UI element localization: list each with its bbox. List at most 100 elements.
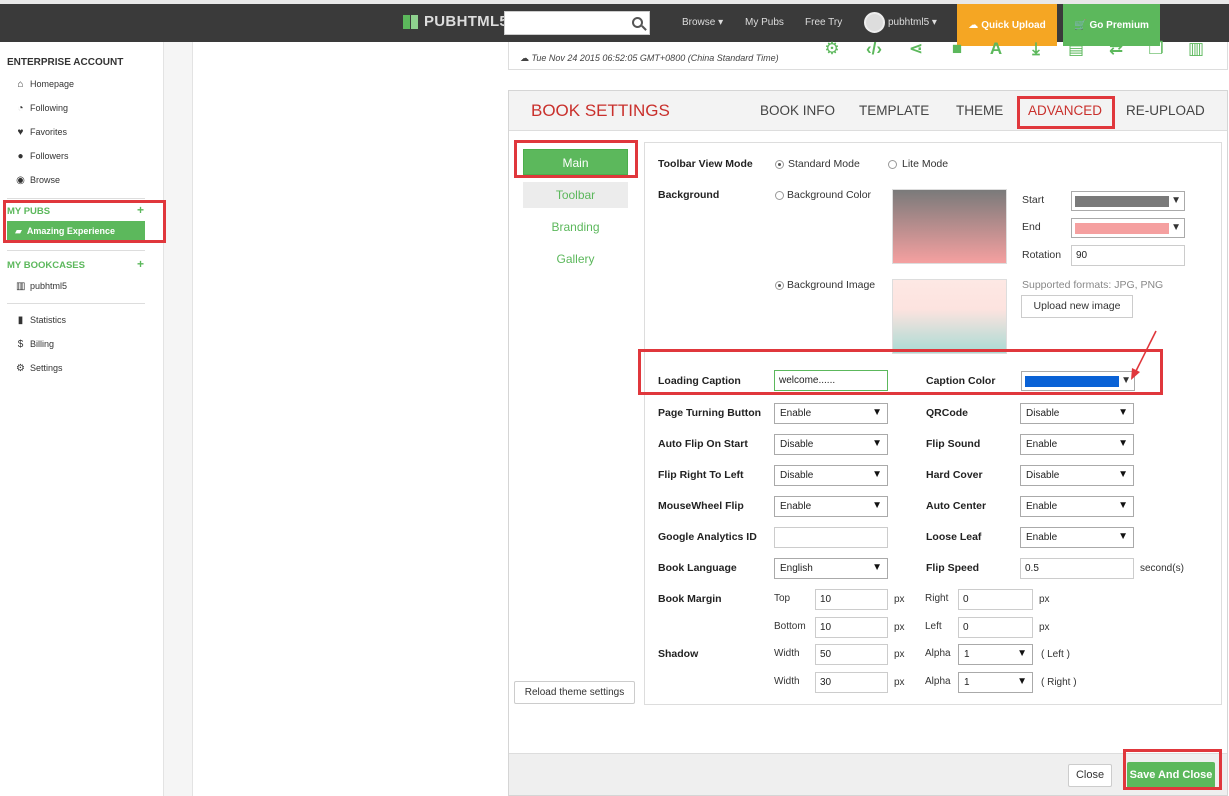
sidebar-item-favorites[interactable]: ♥ Favorites [16, 127, 67, 137]
tab-re-upload[interactable]: RE-UPLOAD [1126, 103, 1205, 118]
lite-mode-radio[interactable] [888, 160, 897, 169]
caption-color-select[interactable]: ▼ [1021, 371, 1135, 391]
select-value: 1 [964, 649, 970, 660]
font-icon[interactable]: A [986, 40, 1006, 58]
flip-speed-input[interactable]: 0.5 [1020, 558, 1134, 579]
download-icon[interactable]: ⤓ [1026, 40, 1046, 58]
tab-advanced[interactable]: ADVANCED [1028, 103, 1102, 118]
auto-flip-select[interactable]: Disable ▼ [774, 434, 888, 455]
shadow-left-width-input[interactable]: 50 [815, 644, 888, 665]
select-value: Disable [1026, 470, 1060, 481]
lite-mode-label: Lite Mode [902, 158, 949, 170]
code-icon[interactable]: ‹/› [864, 40, 884, 58]
save-and-close-button[interactable]: Save And Close [1127, 762, 1215, 788]
sidebar-item-label: Settings [30, 363, 63, 373]
hard-cover-select[interactable]: Disable ▼ [1020, 465, 1134, 486]
nav-free-try[interactable]: Free Try [805, 17, 842, 28]
mousewheel-flip-select[interactable]: Enable ▼ [774, 496, 888, 517]
print-icon[interactable]: ▤ [1066, 40, 1086, 58]
avatar[interactable] [864, 12, 885, 33]
nav-my-pubs[interactable]: My Pubs [745, 17, 784, 28]
upload-image-button[interactable]: Upload new image [1021, 295, 1133, 318]
logo-text: PUBHTML5 [424, 13, 509, 30]
margin-left-input[interactable]: 0 [958, 617, 1033, 638]
shadow-left-side: ( Left ) [1041, 649, 1070, 660]
book-margin-label: Book Margin [658, 593, 722, 605]
sidebar-item-browse[interactable]: ◉ Browse [16, 175, 60, 185]
sidebar-item-homepage[interactable]: ⌂ Homepage [16, 79, 74, 89]
columns-icon[interactable]: ▥ [1186, 40, 1206, 58]
shadow-right-alpha-select[interactable]: 1 ▼ [958, 672, 1033, 693]
tab-template[interactable]: TEMPLATE [859, 103, 929, 118]
sidebar-item-label: Followers [30, 151, 69, 161]
account-heading: ENTERPRISE ACCOUNT [7, 57, 124, 68]
sidebar-item-label: Homepage [30, 79, 75, 89]
shadow-alpha-label: Alpha [925, 676, 951, 687]
add-bookcase-icon[interactable]: + [137, 257, 144, 271]
auto-center-select[interactable]: Enable ▼ [1020, 496, 1134, 517]
chevron-down-icon: ▼ [1118, 438, 1128, 449]
flip-right-to-left-select[interactable]: Disable ▼ [774, 465, 888, 486]
subtab-gallery[interactable]: Gallery [523, 246, 628, 272]
sidebar-item-settings[interactable]: ⚙ Settings [16, 363, 63, 373]
sidebar-item-followers[interactable]: ● Followers [16, 151, 69, 161]
nav-browse[interactable]: Browse ▾ [682, 17, 723, 28]
margin-right-input[interactable]: 0 [958, 589, 1033, 610]
book-language-select[interactable]: English ▼ [774, 558, 888, 579]
select-value: Enable [780, 408, 812, 419]
shadow-right-width-input[interactable]: 30 [815, 672, 888, 693]
square-icon[interactable]: ■ [947, 40, 967, 58]
flip-right-to-left-label: Flip Right To Left [658, 469, 744, 481]
user-menu[interactable]: pubhtml5 ▾ [888, 17, 937, 28]
swap-icon[interactable]: ⇄ [1106, 40, 1126, 58]
shadow-right-side: ( Right ) [1041, 677, 1077, 688]
supported-formats-text: Supported formats: JPG, PNG [1022, 279, 1164, 291]
chevron-down-icon: ▼ [1017, 676, 1027, 687]
subtab-toolbar[interactable]: Toolbar [523, 182, 628, 208]
folder-icon: ▰ [15, 225, 22, 236]
gear-icon[interactable]: ⚙ [822, 40, 842, 58]
site-logo[interactable]: PUBHTML5 [403, 13, 508, 30]
background-image-radio[interactable] [775, 281, 784, 290]
sidebar-item-amazing-experience[interactable]: ▰ Amazing Experience [7, 221, 145, 241]
background-color-radio[interactable] [775, 191, 784, 200]
subtab-main[interactable]: Main [523, 149, 628, 175]
reload-theme-button[interactable]: Reload theme settings [514, 681, 635, 704]
margin-bottom-input[interactable]: 10 [815, 617, 888, 638]
end-color-select[interactable]: ▼ [1071, 218, 1185, 238]
add-pub-icon[interactable]: + [137, 203, 144, 217]
top-navbar: PUBHTML5 Browse ▾ My Pubs Free Try pubht… [0, 0, 1229, 46]
select-value: Enable [1026, 439, 1058, 450]
page-turning-button-select[interactable]: Enable ▼ [774, 403, 888, 424]
copy-icon[interactable]: ❐ [1146, 40, 1166, 58]
standard-mode-radio[interactable] [775, 160, 784, 169]
tab-book-info[interactable]: BOOK INFO [760, 103, 835, 118]
sidebar-item-following[interactable]: ◔ Following [16, 103, 68, 113]
sidebar-item-label: Statistics [30, 315, 67, 325]
shadow-left-alpha-select[interactable]: 1 ▼ [958, 644, 1033, 665]
chevron-down-icon: ▼ [872, 500, 882, 511]
qrcode-select[interactable]: Disable ▼ [1020, 403, 1134, 424]
mousewheel-flip-label: MouseWheel Flip [658, 500, 744, 512]
search-input[interactable] [504, 11, 650, 35]
sidebar-item-statistics[interactable]: ▮ Statistics [16, 315, 66, 325]
loose-leaf-select[interactable]: Enable ▼ [1020, 527, 1134, 548]
google-analytics-input[interactable] [774, 527, 888, 548]
sidebar-item-billing[interactable]: $ Billing [16, 339, 54, 349]
sidebar-item-bookcase[interactable]: ▥ pubhtml5 [16, 281, 67, 291]
flip-sound-select[interactable]: Enable ▼ [1020, 434, 1134, 455]
tab-theme[interactable]: THEME [956, 103, 1003, 118]
margin-top-input[interactable]: 10 [815, 589, 888, 610]
sidebar-item-label: Following [30, 103, 69, 113]
margin-top-label: Top [774, 593, 791, 604]
cloud-upload-icon: ☁ [968, 19, 979, 31]
close-button[interactable]: Close [1068, 764, 1112, 787]
search-icon[interactable] [632, 17, 643, 28]
subtab-branding[interactable]: Branding [523, 214, 628, 240]
chevron-down-icon: ▼ [1121, 375, 1131, 386]
share-icon[interactable]: ⋖ [906, 40, 926, 58]
rotation-input[interactable]: 90 [1071, 245, 1185, 266]
caption-color-label: Caption Color [926, 375, 996, 387]
start-color-select[interactable]: ▼ [1071, 191, 1185, 211]
loading-caption-input[interactable]: welcome...... [774, 370, 888, 391]
